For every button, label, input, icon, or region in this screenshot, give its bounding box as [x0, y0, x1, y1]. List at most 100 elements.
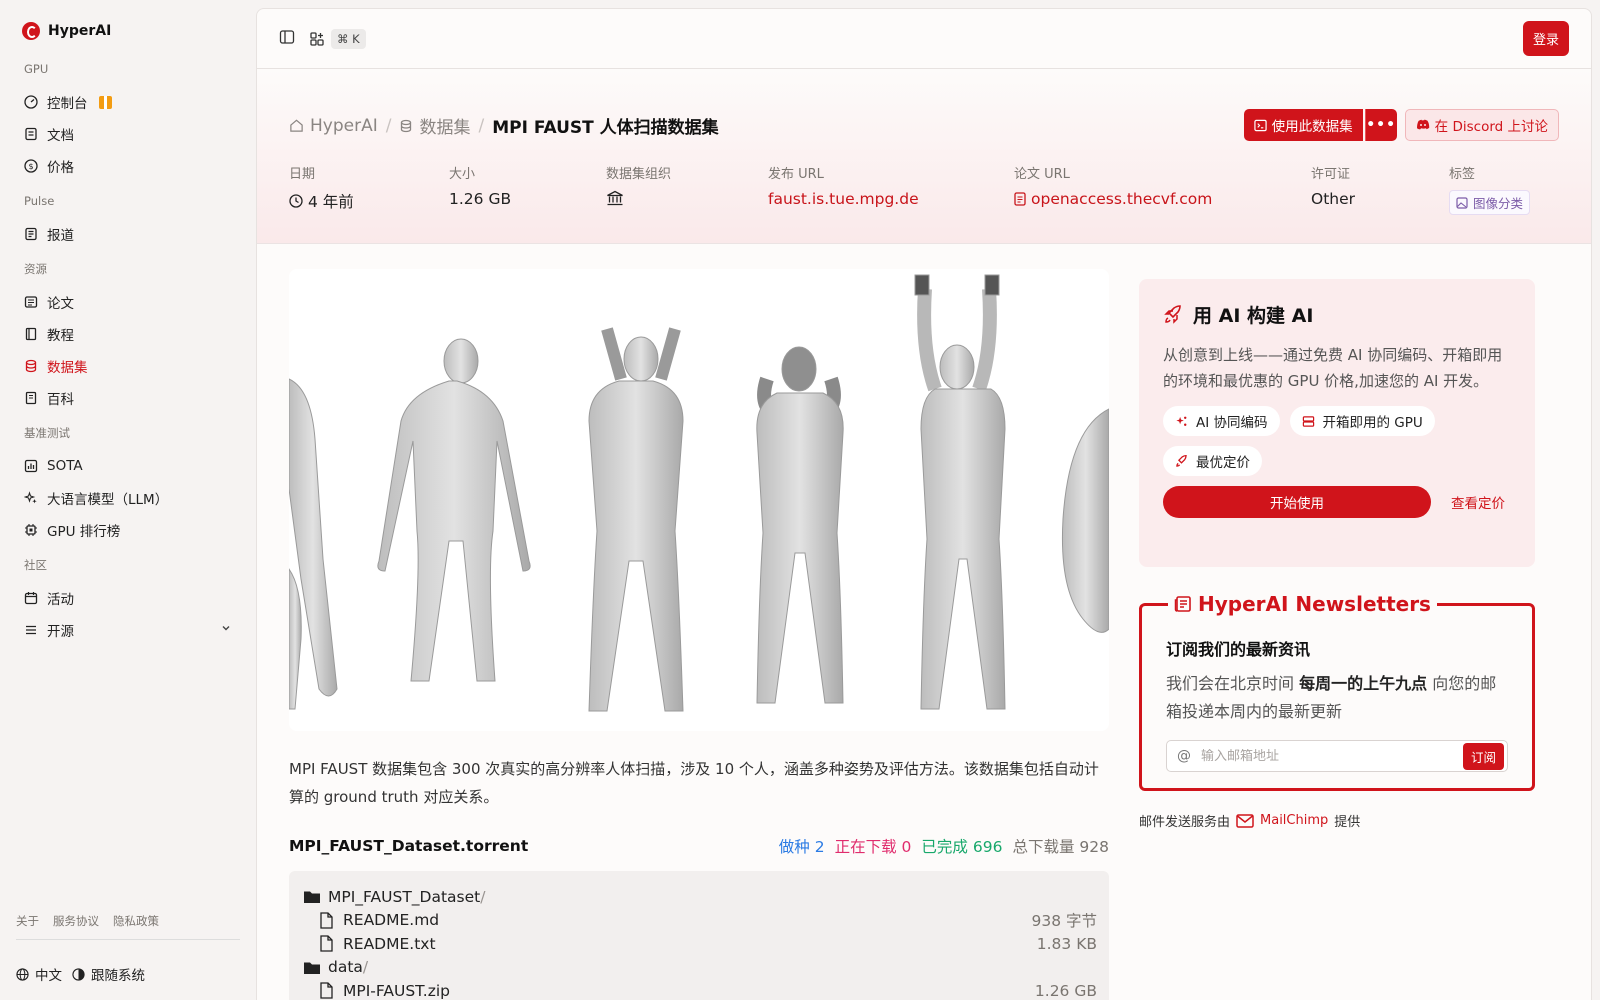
footer-link-privacy[interactable]: 隐私政策 — [113, 913, 159, 929]
file-name: README.txt — [343, 934, 436, 953]
sidebar-item-events[interactable]: 活动 — [16, 582, 240, 614]
command-palette-button[interactable]: ⌘ K — [309, 28, 366, 49]
theme-switcher[interactable]: 跟随系统 — [72, 964, 145, 984]
downloading-stat: 正在下载 0 — [835, 835, 912, 857]
meta-org-value[interactable] — [606, 190, 671, 206]
hyperai-logo-icon — [22, 22, 40, 40]
total-label: 总下载量 — [1012, 838, 1075, 856]
use-dataset-button[interactable]: 使用此数据集 — [1243, 109, 1363, 141]
promo-title-row: 用 AI 构建 AI — [1163, 301, 1511, 328]
breadcrumb-datasets-label: 数据集 — [419, 118, 471, 138]
meta-date-value: 4 年前 — [308, 193, 354, 211]
sidebar-toggle-icon[interactable] — [279, 29, 295, 49]
chip-icon — [24, 523, 38, 537]
torrent-title[interactable]: MPI_FAUST_Dataset.torrent — [289, 837, 528, 855]
meta-license: 许可证 Other — [1311, 163, 1355, 208]
completed-stat: 已完成 696 — [921, 835, 1002, 857]
meta-size-value: 1.26 GB — [449, 190, 512, 208]
sidebar-item-console[interactable]: 控制台 — [16, 86, 240, 118]
language-label: 中文 — [35, 968, 62, 984]
chip-ai-coding: AI 协同编码 — [1163, 406, 1280, 436]
sidebar-item-papers[interactable]: 论文 — [16, 286, 240, 318]
breadcrumb-home[interactable]: HyperAI — [289, 116, 378, 136]
sidebar-item-news[interactable]: 报道 — [16, 218, 240, 250]
brand[interactable]: HyperAI — [22, 22, 111, 40]
language-switcher[interactable]: 中文 — [16, 964, 62, 984]
sidebar-item-docs[interactable]: 文档 — [16, 118, 240, 150]
sidebar-item-label: 价格 — [47, 160, 74, 176]
apps-icon — [310, 31, 324, 46]
meta-organization: 数据集组织 — [606, 163, 671, 206]
login-button[interactable]: 登录 — [1522, 21, 1569, 56]
torrent-file-tree: MPI_FAUST_Dataset / README.md 938 字节 READ… — [289, 871, 1109, 1000]
at-sign-icon: @ — [1177, 748, 1191, 764]
seeding-count: 2 — [814, 838, 825, 856]
dataset-content: MPI FAUST 数据集包含 300 次真实的高分辨率人体扫描，涉及 10 个… — [289, 269, 1109, 1000]
file-icon — [320, 982, 333, 999]
chip-label: 开箱即用的 GPU — [1322, 415, 1423, 431]
sidebar-item-label: 报道 — [47, 228, 74, 244]
chip-label: AI 协同编码 — [1196, 415, 1268, 431]
use-dataset-label: 使用此数据集 — [1271, 119, 1353, 135]
chart-icon — [24, 459, 38, 473]
more-options-button[interactable]: ••• — [1364, 109, 1397, 141]
dataset-actions: 使用此数据集 ••• 在 Discord 上讨论 — [1243, 109, 1559, 141]
discord-label: 在 Discord 上讨论 — [1434, 119, 1548, 135]
meta-paper-link[interactable]: openaccess.thecvf.com — [1014, 190, 1212, 208]
sidebar-item-label: 教程 — [47, 328, 74, 344]
torrent-stats: 做种 2 正在下载 0 已完成 696 总下载量 928 — [779, 835, 1109, 857]
file-tree-row[interactable]: README.md 938 字节 — [303, 909, 1097, 933]
file-tree-row[interactable]: README.txt 1.83 KB — [303, 932, 1097, 956]
rocket-icon — [1164, 304, 1181, 324]
newsletter-box: HyperAI Newsletters 订阅我们的最新资讯 我们会在北京时间 每… — [1139, 592, 1535, 791]
subscribe-button[interactable]: 订阅 — [1462, 742, 1504, 770]
mail-provider-note: 邮件发送服务由 MailChimp 提供 — [1139, 811, 1360, 830]
sidebar-item-sota[interactable]: SOTA — [16, 450, 240, 482]
meta-tags-label: 标签 — [1449, 167, 1476, 182]
sidebar-item-label: 开源 — [47, 624, 74, 640]
image-icon — [1456, 196, 1468, 209]
breadcrumb-datasets[interactable]: 数据集 — [399, 113, 470, 138]
meta-size-label: 大小 — [449, 167, 476, 182]
sidebar-item-wiki[interactable]: 百科 — [16, 382, 240, 414]
promo-actions: 开始使用 查看定价 — [1163, 486, 1511, 518]
footer-link-about[interactable]: 关于 — [16, 913, 39, 929]
tag-chip[interactable]: 图像分类 — [1449, 190, 1531, 215]
newspaper-icon — [1174, 596, 1191, 612]
newsletter-text-bold: 每周一的上午九点 — [1299, 674, 1428, 693]
file-name: data — [328, 958, 363, 977]
provider-name: MailChimp — [1260, 813, 1329, 828]
sidebar-item-llm[interactable]: 大语言模型（LLM） — [16, 482, 240, 514]
sidebar-item-gpu-leaderboard[interactable]: GPU 排行榜 — [16, 514, 240, 546]
mailchimp-link[interactable]: MailChimp — [1236, 813, 1328, 828]
wiki-icon — [24, 391, 38, 405]
view-pricing-link[interactable]: 查看定价 — [1451, 492, 1505, 512]
paper-icon — [24, 295, 38, 309]
sidebar-item-datasets[interactable]: 数据集 — [16, 350, 240, 382]
file-tree-row[interactable]: MPI-FAUST.zip 1.26 GB — [303, 979, 1097, 1000]
start-button[interactable]: 开始使用 — [1163, 486, 1431, 518]
promo-title: 用 AI 构建 AI — [1193, 305, 1314, 327]
file-tree-row[interactable]: MPI_FAUST_Dataset / — [303, 885, 1097, 909]
meta-url-value[interactable]: faust.is.tue.mpg.de — [768, 190, 919, 208]
chevron-down-icon[interactable] — [220, 622, 232, 638]
meta-size: 大小 1.26 GB — [449, 163, 511, 208]
email-input[interactable] — [1201, 748, 1453, 764]
sparkle-icon — [24, 491, 38, 505]
folder-slash: / — [362, 958, 369, 977]
footer-link-terms[interactable]: 服务协议 — [53, 913, 99, 929]
nav-section-community: 社区 — [24, 558, 47, 572]
nav-section-benchmarks: 基准测试 — [24, 426, 70, 440]
file-name: MPI-FAUST.zip — [343, 981, 451, 1000]
terminal-icon — [1253, 119, 1267, 131]
file-tree-row[interactable]: data / — [303, 956, 1097, 980]
main-panel: ⌘ K 登录 HyperAI / 数据集 / MPI FAUST 人体扫描数据集… — [256, 8, 1592, 1000]
news-icon — [24, 227, 38, 241]
folder-slash: / — [480, 887, 486, 906]
sidebar-item-tutorials[interactable]: 教程 — [16, 318, 240, 350]
shortcut-hint: ⌘ K — [331, 28, 366, 49]
discord-discuss-button[interactable]: 在 Discord 上讨论 — [1404, 109, 1559, 141]
dollar-icon: $ — [24, 159, 38, 173]
sidebar-item-open-source[interactable]: 开源 — [16, 614, 240, 646]
sidebar-item-pricing[interactable]: $ 价格 — [16, 150, 240, 182]
